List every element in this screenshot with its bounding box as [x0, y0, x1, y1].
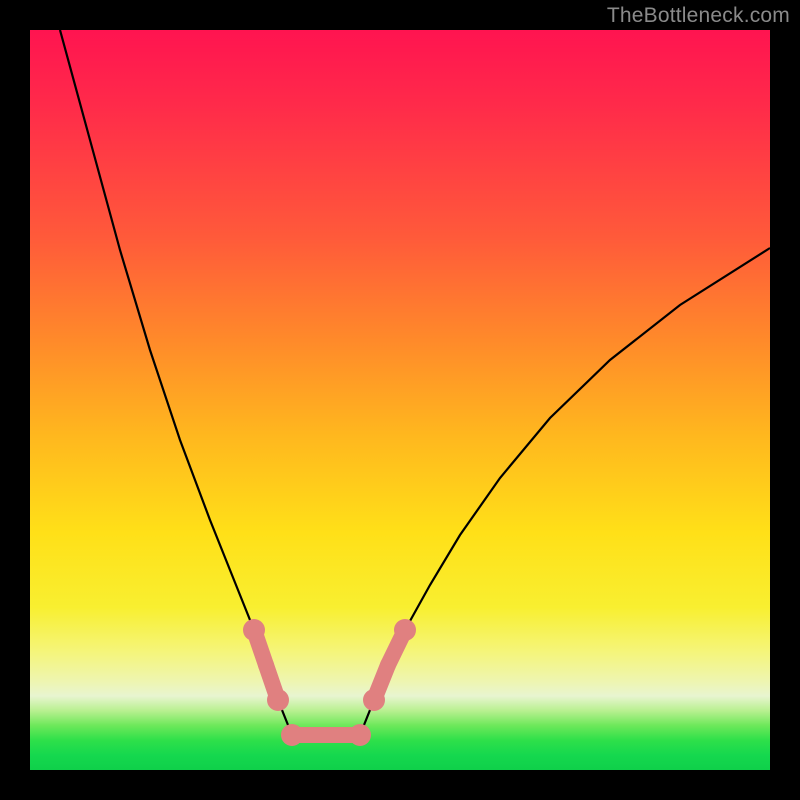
- valley-marker-dot: [281, 724, 303, 746]
- watermark-text: TheBottleneck.com: [607, 4, 790, 28]
- valley-marker-dot: [243, 619, 265, 641]
- valley-marker-dot: [267, 689, 289, 711]
- chart-plot-area: [30, 30, 770, 770]
- chart-svg: [30, 30, 770, 770]
- curve-right-arm: [360, 248, 770, 735]
- valley-marker-dot: [349, 724, 371, 746]
- valley-marker-dot: [363, 689, 385, 711]
- valley-marker-dot: [394, 619, 416, 641]
- valley-marker-links: [254, 630, 405, 735]
